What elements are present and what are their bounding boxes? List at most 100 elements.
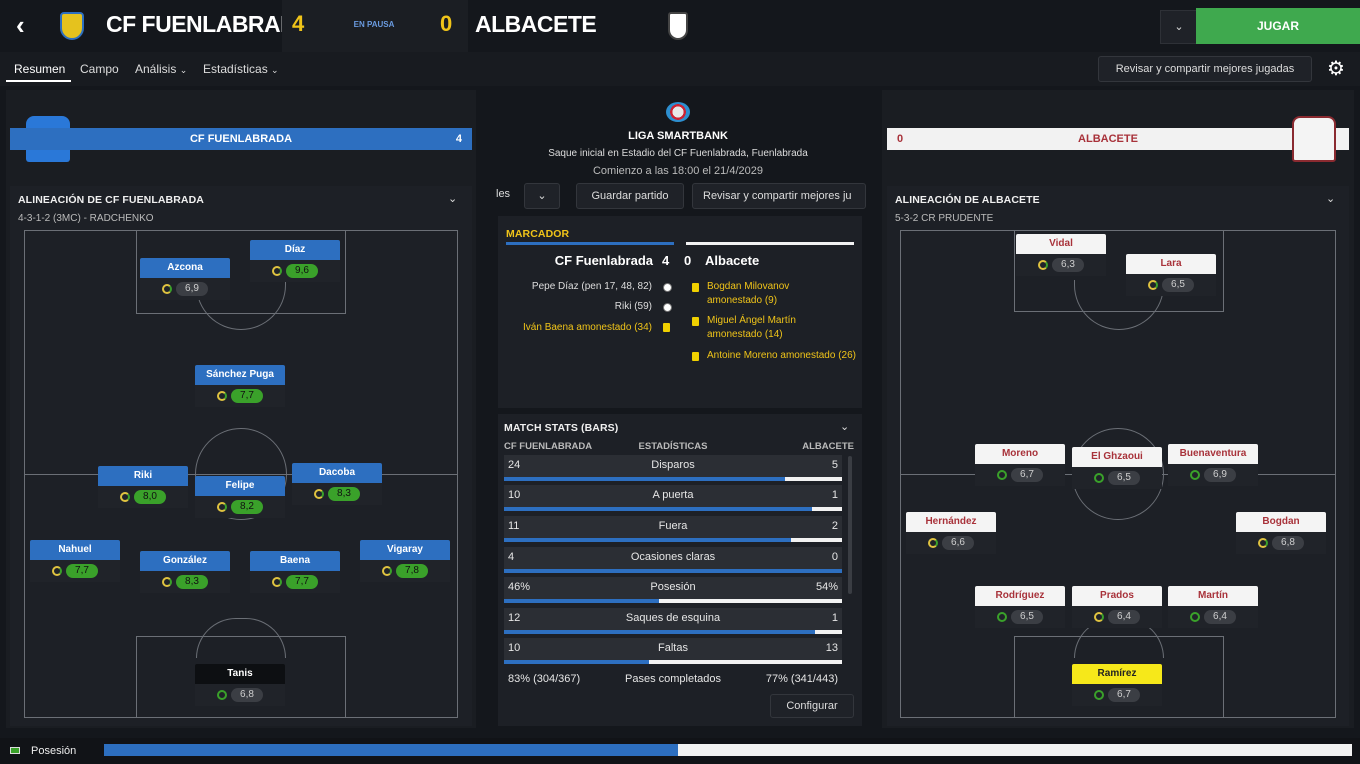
player-card[interactable]: Felipe 8,2 [195, 476, 285, 518]
player-card[interactable]: El Ghzaoui 6,5 [1072, 447, 1162, 489]
player-card[interactable]: Riki 8,0 [98, 466, 188, 508]
form-icon [1094, 690, 1104, 700]
player-rating-row: 6,4 [1168, 606, 1258, 628]
player-card[interactable]: Hernández 6,6 [906, 512, 996, 554]
player-rating-row: 8,0 [98, 486, 188, 508]
player-card[interactable]: Vidal 6,3 [1016, 234, 1106, 276]
player-name: Hernández [906, 512, 996, 532]
player-name: Moreno [975, 444, 1065, 464]
home-event: Pepe Díaz (pen 17, 48, 82) [506, 280, 652, 294]
tab-analisis-label: Análisis [135, 62, 177, 76]
dropdown-button[interactable]: ⌄ [1160, 10, 1198, 44]
possession-bar-home [104, 744, 679, 756]
form-icon [1190, 470, 1200, 480]
home-event-text: Pepe Díaz (pen 17, 48, 82) [531, 281, 652, 292]
form-icon [1094, 473, 1104, 483]
player-rating-row: 7,7 [195, 385, 285, 407]
player-rating: 8,3 [176, 575, 208, 589]
stat-row: 12 Saques de esquina 1 [504, 608, 842, 634]
stat-label: Faltas [658, 642, 688, 654]
player-name: Díaz [250, 240, 340, 260]
player-card[interactable]: Nahuel 7,7 [30, 540, 120, 582]
away-team-bar-name: ALBACETE [1078, 133, 1138, 145]
away-team-name: ALBACETE [475, 11, 597, 37]
league-name: LIGA SMARTBANK [628, 130, 728, 142]
tab-estadisticas[interactable]: Estadísticas ⌄ [203, 62, 279, 76]
chevron-down-icon[interactable]: ⌄ [448, 192, 457, 205]
home-event: Riki (59) [506, 300, 652, 314]
stat-label: A puerta [652, 489, 694, 501]
player-card[interactable]: Bogdan 6,8 [1236, 512, 1326, 554]
player-rating-row: 6,8 [1236, 532, 1326, 554]
player-card[interactable]: Buenaventura 6,9 [1168, 444, 1258, 486]
center-dropdown-button[interactable]: ⌄ [524, 183, 560, 209]
chevron-down-icon[interactable]: ⌄ [1326, 192, 1335, 205]
scoreboard-home-score: 4 [662, 253, 670, 268]
player-rating: 6,8 [231, 688, 263, 702]
player-card[interactable]: Tanis 6,8 [195, 664, 285, 706]
home-team-bar: CF FUENLABRADA 4 [10, 128, 472, 150]
tab-analisis[interactable]: Análisis ⌄ [135, 62, 187, 76]
player-rating-row: 9,6 [250, 260, 340, 282]
away-lineup-title: ALINEACIÓN DE ALBACETE [895, 194, 1040, 206]
kickoff-info: Comienzo a las 18:00 el 21/4/2029 [592, 165, 763, 177]
review-highlights-button[interactable]: Revisar y compartir mejores jugadas [1098, 56, 1312, 82]
tab-estadisticas-label: Estadísticas [203, 62, 268, 76]
form-icon [272, 266, 282, 276]
player-name: Rodríguez [975, 586, 1065, 606]
chevron-down-icon[interactable]: ⌄ [840, 420, 849, 433]
player-name: Dacoba [292, 463, 382, 483]
away-event-text: Bogdan Milovanov amonestado (9) [707, 281, 790, 306]
player-card[interactable]: Martín 6,4 [1168, 586, 1258, 628]
match-header: ‹ CF FUENLABRADA 4 EN PAUSA 0 ALBACETE ⌄… [0, 0, 1360, 52]
stat-label: Disparos [651, 459, 695, 471]
match-stats-title: MATCH STATS (BARS) [504, 422, 619, 434]
stat-row: 24 Disparos 5 [504, 455, 842, 481]
yellow-card-icon [692, 352, 699, 361]
stat-bar-home [504, 630, 815, 634]
back-icon[interactable]: ‹ [16, 12, 38, 38]
stats-scrollbar[interactable] [848, 456, 852, 594]
form-icon [997, 470, 1007, 480]
settings-gear-icon[interactable]: ⚙ [1322, 56, 1350, 84]
player-rating-row: 6,6 [906, 532, 996, 554]
player-card[interactable]: Rodríguez 6,5 [975, 586, 1065, 628]
tab-campo[interactable]: Campo [80, 62, 119, 76]
player-card[interactable]: Vigaray 7,8 [360, 540, 450, 582]
tab-resumen[interactable]: Resumen [14, 62, 65, 76]
form-icon [314, 489, 324, 499]
possession-bar [104, 744, 1352, 756]
player-card[interactable]: Azcona 6,9 [140, 258, 230, 300]
player-card[interactable]: Díaz 9,6 [250, 240, 340, 282]
player-rating-row: 6,4 [1072, 606, 1162, 628]
player-card[interactable]: Dacoba 8,3 [292, 463, 382, 505]
stat-bar-home [504, 507, 812, 511]
play-button[interactable]: JUGAR [1196, 8, 1360, 44]
player-card[interactable]: Sánchez Puga 7,7 [195, 365, 285, 407]
player-card[interactable]: Baena 7,7 [250, 551, 340, 593]
center-toolbar-cut-label[interactable]: les [496, 188, 510, 200]
goal-icon [663, 303, 672, 312]
form-icon [1148, 280, 1158, 290]
configure-button[interactable]: Configurar [770, 694, 854, 718]
player-name: Ramírez [1072, 664, 1162, 684]
save-match-button[interactable]: Guardar partido [576, 183, 684, 209]
player-rating: 6,9 [176, 282, 208, 296]
stat-bar-away [784, 477, 842, 481]
player-card[interactable]: Lara 6,5 [1126, 254, 1216, 296]
player-name: Lara [1126, 254, 1216, 274]
venue-info: Saque inicial en Estadio del CF Fuenlabr… [548, 148, 808, 159]
yellow-card-icon [692, 317, 699, 326]
player-name: Vidal [1016, 234, 1106, 254]
form-icon [382, 566, 392, 576]
player-rating-row: 7,7 [250, 571, 340, 593]
player-card[interactable]: González 8,3 [140, 551, 230, 593]
player-rating: 8,3 [328, 487, 360, 501]
review-highlights-button[interactable]: Revisar y compartir mejores ju [692, 183, 866, 209]
player-card[interactable]: Prados 6,4 [1072, 586, 1162, 628]
stat-bar-away [814, 630, 842, 634]
away-crest-icon [668, 12, 688, 40]
player-rating: 7,8 [396, 564, 428, 578]
player-card[interactable]: Moreno 6,7 [975, 444, 1065, 486]
player-card[interactable]: Ramírez 6,7 [1072, 664, 1162, 706]
